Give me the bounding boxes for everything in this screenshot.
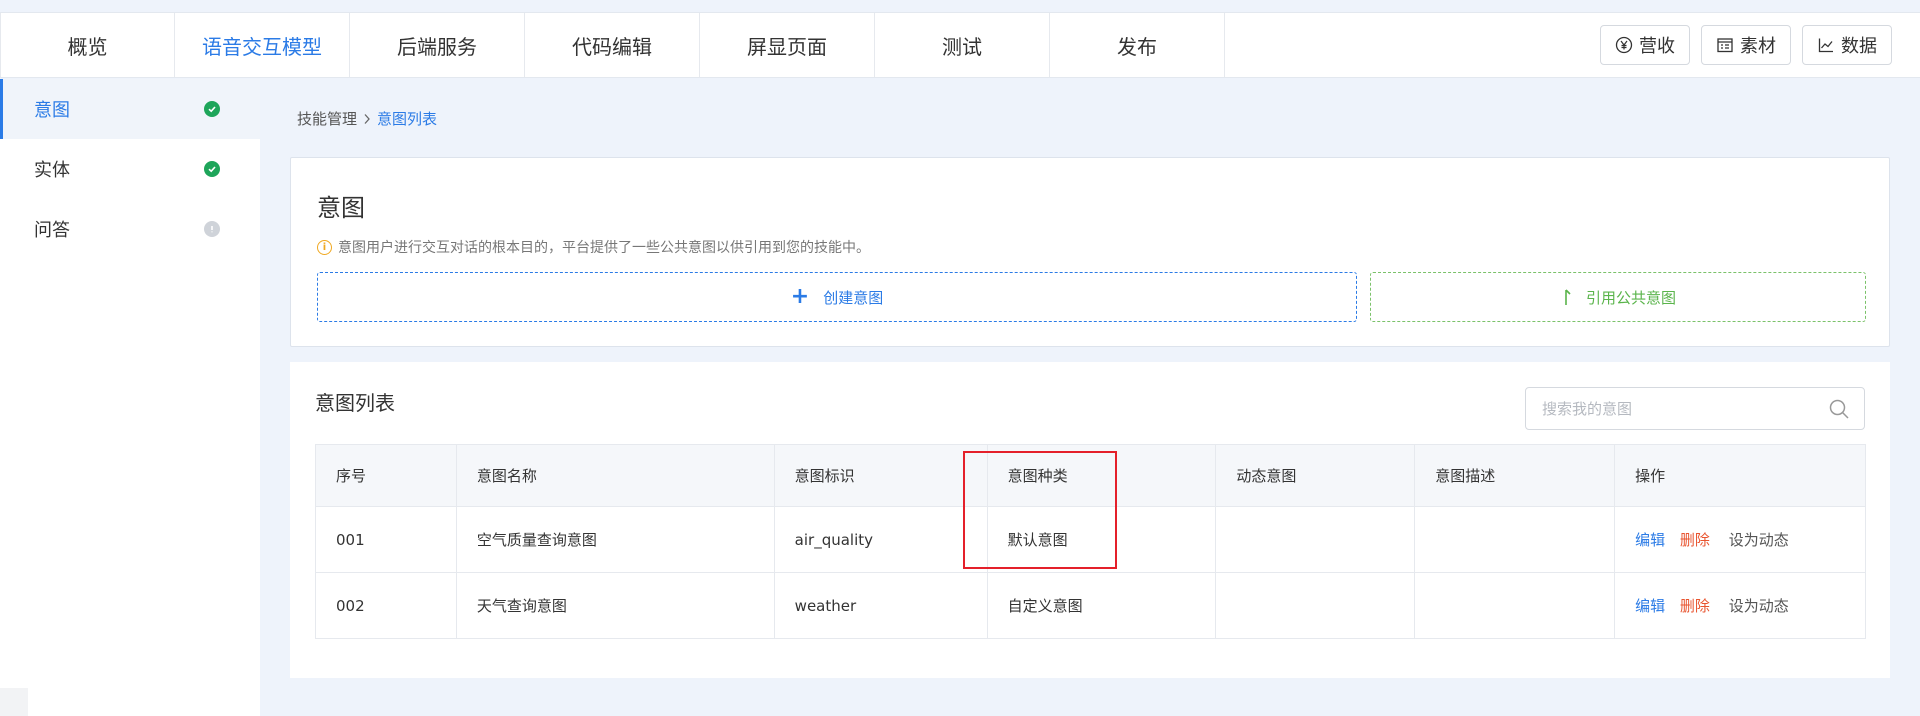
intent-intro-card: 意图 i 意图用户进行交互对话的根本目的，平台提供了一些公共意图以供引用到您的技…: [290, 157, 1890, 347]
top-navigation: 概览 语音交互模型 后端服务 代码编辑 屏显页面 测试 发布 营收 素材 数据: [0, 12, 1920, 78]
set-dynamic-link[interactable]: 设为动态: [1729, 531, 1789, 549]
sidebar-item-qa[interactable]: 问答: [0, 199, 260, 259]
column-header-name: 意图名称: [455, 444, 775, 507]
breadcrumb-parent[interactable]: 技能管理: [297, 108, 357, 129]
chevron-right-icon: [364, 113, 370, 124]
plus-icon: +: [790, 284, 810, 309]
edit-link[interactable]: 编辑: [1635, 597, 1665, 615]
column-header-no: 序号: [315, 444, 457, 507]
breadcrumb-current: 意图列表: [377, 110, 438, 128]
set-dynamic-link[interactable]: 设为动态: [1729, 597, 1789, 615]
cell-actions: 编辑 删除 设为动态: [1614, 572, 1866, 639]
sidebar-item-entity[interactable]: 实体: [0, 139, 260, 199]
search-input[interactable]: [1542, 399, 1812, 418]
tab-screen-pages[interactable]: 屏显页面: [700, 13, 875, 77]
search-box[interactable]: [1525, 387, 1865, 430]
create-intent-label: 创建意图: [823, 288, 884, 307]
tab-code-editor[interactable]: 代码编辑: [525, 13, 700, 77]
edit-link[interactable]: 编辑: [1635, 531, 1665, 549]
cell-dynamic: [1215, 506, 1416, 573]
description-text: 意图用户进行交互对话的根本目的，平台提供了一些公共意图以供引用到您的技能中。: [338, 240, 870, 256]
revenue-label: 营收: [1639, 36, 1675, 57]
sidebar-item-intent[interactable]: 意图: [0, 79, 260, 139]
create-intent-button[interactable]: + 创建意图: [317, 272, 1357, 322]
cell-actions: 编辑 删除 设为动态: [1614, 506, 1866, 573]
tab-publish[interactable]: 发布: [1050, 13, 1225, 77]
cell-desc: [1414, 506, 1616, 573]
delete-link[interactable]: 删除: [1680, 531, 1710, 549]
info-icon: i: [317, 239, 332, 255]
data-button[interactable]: 数据: [1802, 25, 1892, 65]
table-row: 002 天气查询意图 weather 自定义意图 编辑 删除 设为动态: [315, 572, 1866, 639]
material-label: 素材: [1740, 36, 1776, 57]
column-header-desc: 意图描述: [1414, 444, 1616, 507]
column-header-dynamic: 动态意图: [1215, 444, 1416, 507]
search-icon[interactable]: [1828, 398, 1850, 420]
sidebar-item-label: 实体: [34, 160, 70, 181]
corner-widget: [0, 688, 28, 716]
card-title: 意图: [317, 194, 365, 222]
data-label: 数据: [1841, 36, 1877, 57]
reference-public-intent-button[interactable]: 引用公共意图: [1370, 272, 1866, 322]
card-description: i 意图用户进行交互对话的根本目的，平台提供了一些公共意图以供引用到您的技能中。: [317, 237, 870, 257]
column-header-actions: 操作: [1614, 444, 1866, 507]
revenue-button[interactable]: 营收: [1600, 25, 1690, 65]
line-chart-icon: [1818, 38, 1833, 53]
cell-dynamic: [1215, 572, 1416, 639]
delete-link[interactable]: 删除: [1680, 597, 1710, 615]
cell-id: weather: [773, 572, 988, 639]
cell-no: 001: [315, 506, 457, 573]
arrow-up-icon: [1565, 289, 1571, 305]
toolbar-right: 营收 素材 数据: [1600, 25, 1892, 65]
sidebar-item-label: 意图: [34, 100, 70, 121]
highlight-annotation-box: [963, 451, 1117, 569]
folder-icon: [1717, 38, 1733, 53]
check-circle-icon: [204, 161, 220, 177]
breadcrumb: 技能管理 意图列表: [297, 108, 437, 129]
sidebar-item-label: 问答: [34, 220, 70, 241]
cell-name: 天气查询意图: [455, 572, 775, 639]
cell-id: air_quality: [773, 506, 988, 573]
column-header-id: 意图标识: [773, 444, 988, 507]
cell-name: 空气质量查询意图: [455, 506, 775, 573]
info-circle-icon: [204, 221, 220, 237]
tab-test[interactable]: 测试: [875, 13, 1050, 77]
cell-no: 002: [315, 572, 457, 639]
cell-kind: 自定义意图: [986, 572, 1217, 639]
cell-desc: [1414, 572, 1616, 639]
reference-public-intent-label: 引用公共意图: [1585, 288, 1676, 307]
tab-voice-interaction-model[interactable]: 语音交互模型: [175, 13, 350, 77]
tab-backend-service[interactable]: 后端服务: [350, 13, 525, 77]
material-button[interactable]: 素材: [1701, 25, 1791, 65]
tab-overview[interactable]: 概览: [0, 13, 175, 77]
check-circle-icon: [204, 101, 220, 117]
yen-icon: [1615, 36, 1633, 54]
list-title: 意图列表: [315, 391, 395, 415]
sidebar: 意图 实体 问答: [0, 79, 260, 716]
